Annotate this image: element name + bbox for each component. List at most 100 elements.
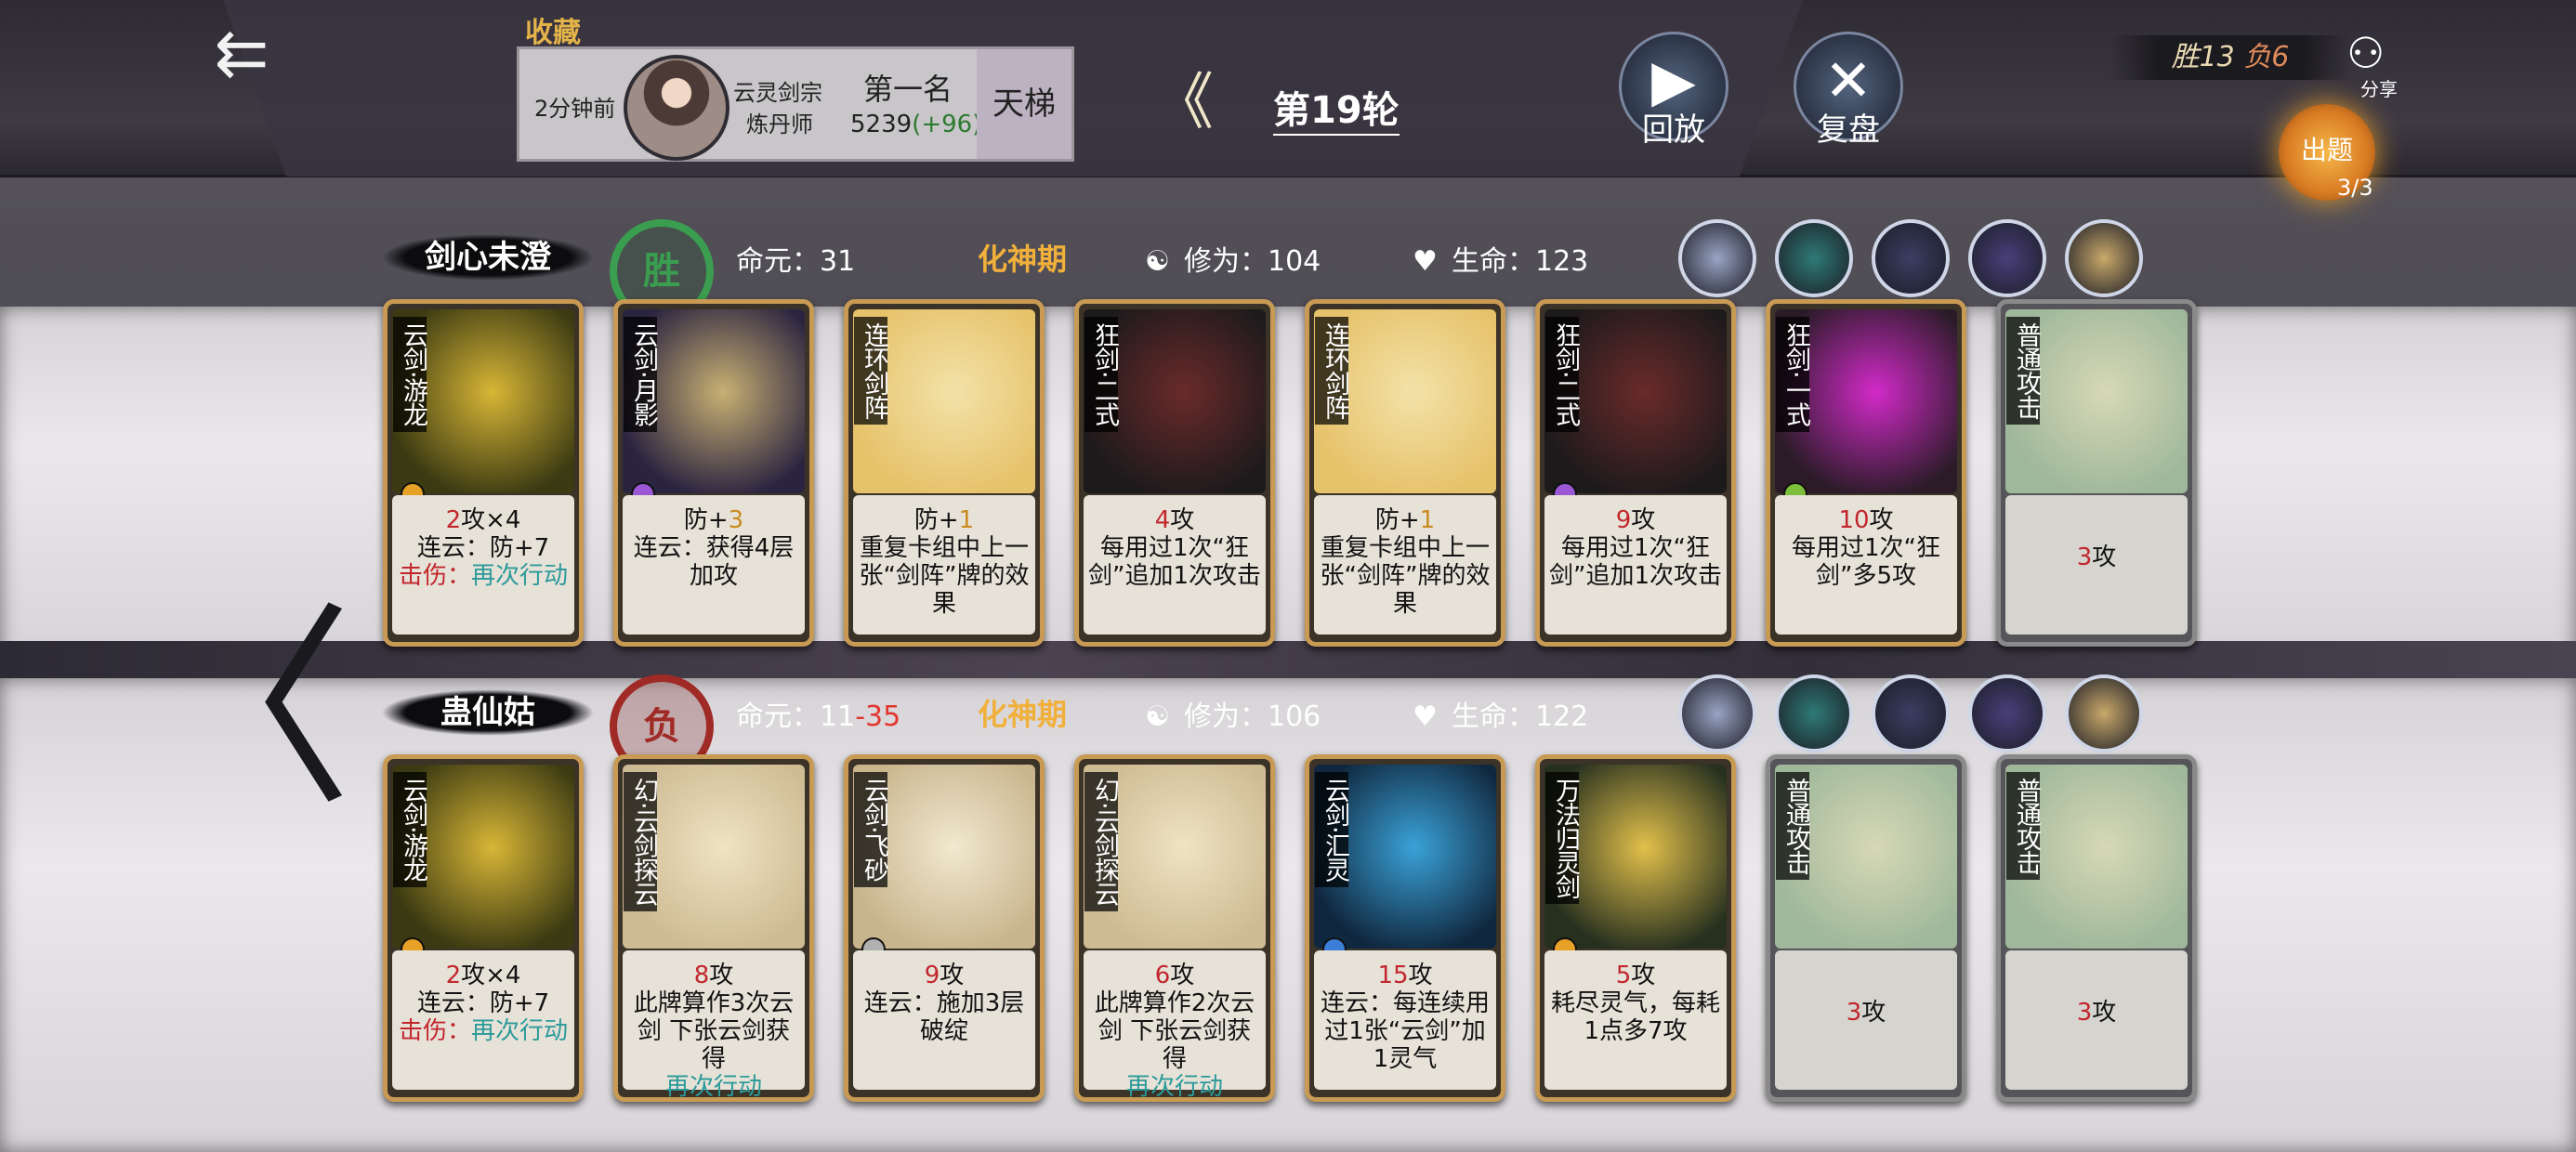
skill-card[interactable]: 普通攻击 3攻 [1766, 754, 1966, 1102]
skill-card[interactable]: 云剑·飞砂 9攻 连云：施加3层破绽 [844, 754, 1045, 1102]
card-effect-label: 攻 [1631, 506, 1656, 534]
skill-card[interactable]: 狂剑·二式 4攻 每用过1次“狂剑”追加1次攻击 [1074, 299, 1275, 647]
player-name: 剑心未澄 [381, 234, 595, 281]
card-description: 10攻 每用过1次“狂剑”多5攻 [1775, 495, 1957, 635]
heart-icon: ♥ [1413, 245, 1438, 278]
card-effect-number: 3 [2076, 543, 2093, 571]
round-label: 第19轮 [1273, 80, 1400, 136]
card-effect-number: 1 [958, 506, 975, 534]
skill-card[interactable]: 连环剑阵 防+1 重复卡组中上一张“剑阵”牌的效果 [1305, 299, 1505, 647]
opponent-rank: 第一名 [863, 72, 953, 107]
mingyuan-stat: 命元：31 [736, 238, 855, 279]
card-effect-main: 15攻 [1318, 962, 1492, 989]
realm-label: 化神期 [978, 242, 1068, 277]
card-effect-label: 攻 [1869, 506, 1894, 534]
card-effect-label: 防+ [913, 506, 959, 534]
heart-icon: ♥ [1413, 700, 1438, 733]
wind-icon[interactable] [1775, 219, 1853, 297]
hp-value: 123 [1535, 245, 1589, 278]
card-effect-extra-text: 再次行动 [471, 1017, 569, 1045]
exam-count: 3/3 [2337, 175, 2373, 201]
share-icon: ⚇ [2346, 28, 2385, 78]
replay-label: 回放 [1642, 111, 1705, 149]
card-effect-text: 重复卡组中上一张“剑阵”牌的效果 [859, 534, 1030, 618]
card-title: 云剑·汇灵 [1315, 772, 1349, 887]
replay-button[interactable]: ▶ 回放 [1619, 32, 1728, 150]
card-title: 狂剑·一式 [1776, 317, 1810, 432]
card-effect-label: 防+ [683, 506, 729, 534]
card-effect-label: 攻×4 [461, 506, 521, 534]
card-effect-extra-label: 击伤： [398, 1017, 471, 1045]
card-effect-number: 5 [1615, 962, 1632, 989]
avatar-icon[interactable] [1678, 219, 1756, 297]
card-effect-label: 攻 [2092, 543, 2117, 571]
prev-round-button[interactable]: 《 [1152, 72, 1227, 133]
opponent-sect-block: 云灵剑宗 炼丹师 [733, 77, 822, 140]
card-title: 普通攻击 [2006, 772, 2041, 880]
card-effect-extra: 击伤：再次行动 [396, 562, 571, 590]
mingyuan-stat: 命元：11-35 [736, 693, 900, 734]
skill-card[interactable]: 云剑·月影 防+3 连云：获得4层加攻 [613, 299, 814, 647]
card-effect-number: 2 [445, 506, 462, 534]
card-effect-label: 攻 [1408, 962, 1433, 989]
card-description: 2攻×4 连云：防+7 击伤：再次行动 [392, 950, 574, 1090]
card-effect-main: 4攻 [1087, 506, 1262, 534]
card-effect-label: 攻 [1631, 962, 1656, 989]
card-effect-number: 9 [924, 962, 940, 989]
card-effect-extra: 再次行动 [626, 1073, 801, 1101]
hand-icon[interactable] [1968, 674, 2046, 753]
chevron-left-icon: 〈 [139, 586, 354, 834]
card-effect-main: 5攻 [1548, 962, 1723, 989]
card-effect-number: 9 [1615, 506, 1632, 534]
question-icon[interactable] [1678, 674, 1756, 753]
card-title: 云剑·游龙 [393, 772, 427, 887]
skill-card[interactable]: 普通攻击 3攻 [1996, 754, 2197, 1102]
skill-card[interactable]: 普通攻击 3攻 [1996, 299, 2197, 647]
card-effect-text: 每用过1次“狂剑”追加1次攻击 [1548, 534, 1722, 590]
skill-card[interactable]: 幻·云剑探云 8攻 此牌算作3次云剑 下张云剑获得 再次行动 [613, 754, 814, 1102]
card-effect-number: 3 [2076, 999, 2093, 1027]
card-effect-number: 3 [728, 506, 744, 534]
card-effect-text: 连云：获得4层加攻 [633, 534, 795, 590]
skill-card[interactable]: 云剑·汇灵 15攻 连云：每连续用过1张“云剑”加1灵气 [1305, 754, 1505, 1102]
card-effect-number: 3 [1846, 999, 1862, 1027]
card-title: 幻·云剑探云 [1084, 772, 1119, 911]
opponent-card[interactable]: 2分钟前 云灵剑宗 炼丹师 第一名 5239(+96) 天梯 [517, 46, 1074, 162]
skill-card[interactable]: 狂剑·二式 9攻 每用过1次“狂剑”追加1次攻击 [1535, 299, 1736, 647]
skill-card[interactable]: 万法归灵剑 5攻 耗尽灵气，每耗1点多7攻 [1535, 754, 1736, 1102]
hp-label: 生命： [1452, 245, 1535, 278]
skill-card[interactable]: 狂剑·一式 10攻 每用过1次“狂剑”多5攻 [1766, 299, 1966, 647]
opponent-score: 5239 [850, 111, 913, 138]
review-button[interactable]: ✕ 复盘 [1794, 32, 1903, 150]
collect-label[interactable]: 收藏 [525, 9, 581, 50]
skill-card[interactable]: 云剑·游龙 2攻×4 连云：防+7 击伤：再次行动 [383, 299, 584, 647]
prev-page-button[interactable]: 〈 [139, 595, 353, 827]
card-effect-extra-text: 再次行动 [1125, 1073, 1223, 1101]
card-description: 15攻 连云：每连续用过1张“云剑”加1灵气 [1314, 950, 1496, 1090]
scroll-icon[interactable] [2065, 219, 2143, 297]
sword-icon[interactable] [1968, 219, 2046, 297]
card-effect-label: 防+ [1374, 506, 1420, 534]
skill-card[interactable]: 云剑·游龙 2攻×4 连云：防+7 击伤：再次行动 [383, 754, 584, 1102]
mingyuan-label: 命元： [736, 245, 820, 278]
card-title: 云剑·飞砂 [854, 772, 888, 887]
back-button[interactable]: ⇇ [191, 20, 293, 85]
card-description: 防+1 重复卡组中上一张“剑阵”牌的效果 [1314, 495, 1496, 635]
card-effect-main: 9攻 [857, 962, 1032, 989]
skill-card[interactable]: 幻·云剑探云 6攻 此牌算作2次云剑 下张云剑获得 再次行动 [1074, 754, 1275, 1102]
card-effect-text: 每用过1次“狂剑”追加1次攻击 [1087, 534, 1261, 590]
card-description: 3攻 [2005, 495, 2188, 635]
tower-icon[interactable] [1872, 674, 1950, 753]
hp-stat: ♥ 生命：122 [1413, 693, 1588, 734]
card-effect-label: 攻 [2092, 999, 2117, 1027]
shadow-icon[interactable] [1775, 674, 1853, 753]
card-effect-number: 6 [1154, 962, 1171, 989]
skill-card[interactable]: 连环剑阵 防+1 重复卡组中上一张“剑阵”牌的效果 [844, 299, 1045, 647]
card-effect-main: 3攻 [2009, 999, 2184, 1027]
card-effect-number: 2 [445, 962, 462, 989]
card-effect-text: 连云：施加3层破绽 [863, 989, 1025, 1045]
card-title: 狂剑·二式 [1084, 317, 1119, 432]
sun-icon[interactable] [2065, 674, 2143, 753]
character-icon[interactable] [1872, 219, 1950, 297]
card-effect-number: 15 [1377, 962, 1409, 989]
